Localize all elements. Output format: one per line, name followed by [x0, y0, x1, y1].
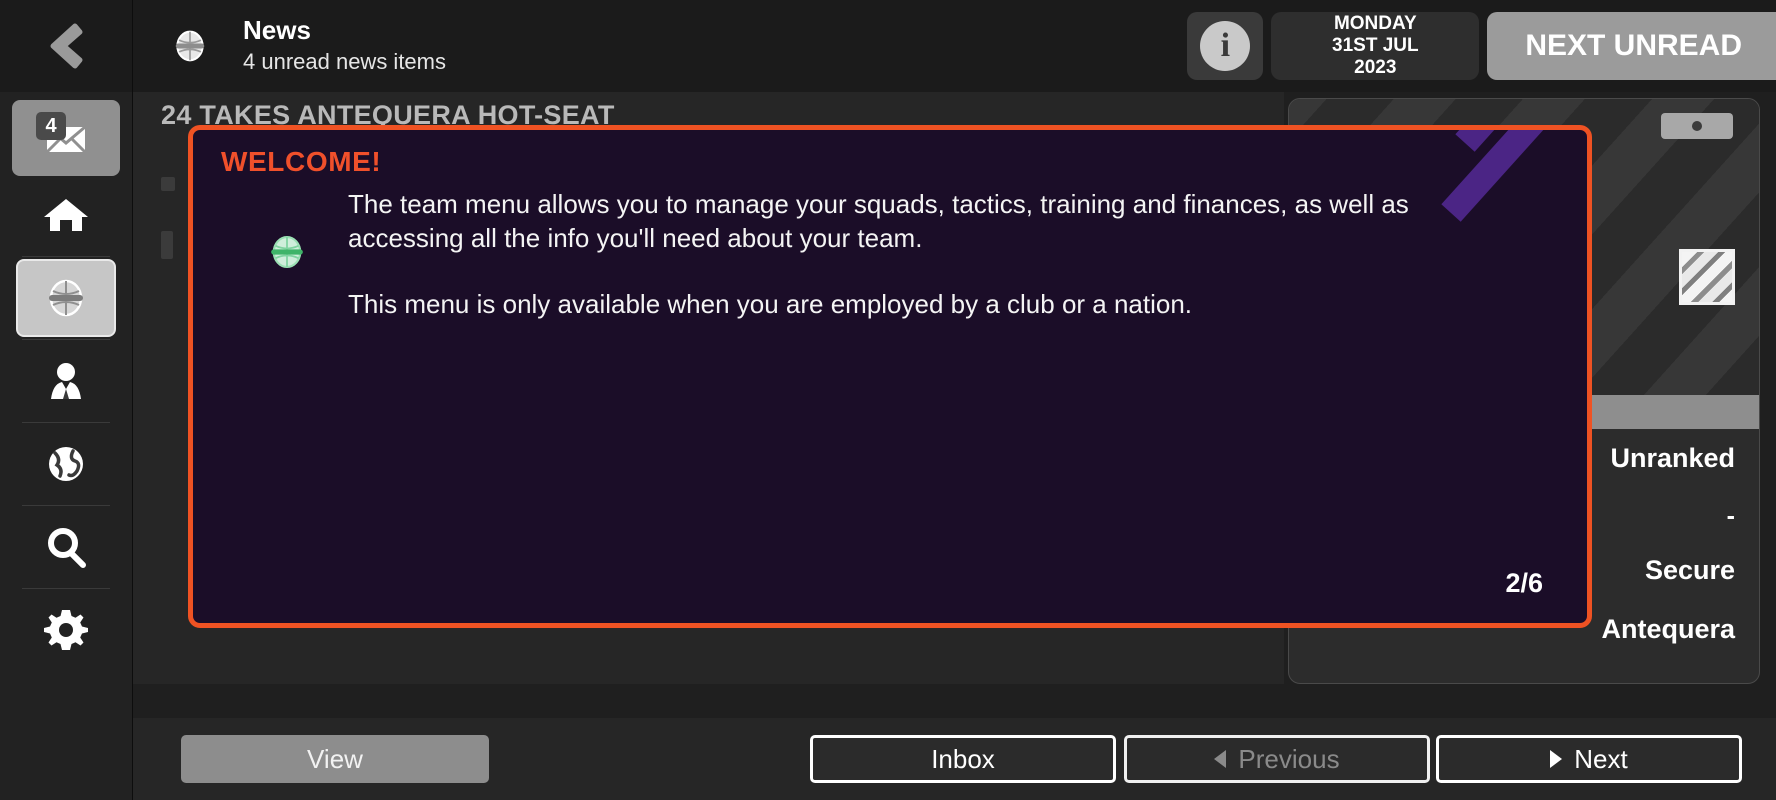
sidebar-item-home[interactable] — [16, 176, 116, 254]
triangle-left-icon — [1214, 750, 1227, 768]
sidebar-divider — [22, 256, 110, 257]
date-button[interactable]: MONDAY 31ST JUL 2023 — [1271, 12, 1480, 80]
triangle-right-icon — [1550, 750, 1563, 768]
sidebar-divider — [22, 339, 110, 340]
tutorial-title: WELCOME! — [221, 146, 382, 177]
sidebar-item-settings[interactable] — [16, 591, 116, 669]
tutorial-paragraph-1: The team menu allows you to manage your … — [348, 189, 1409, 253]
sidebar-item-inbox[interactable]: 4 — [12, 100, 120, 176]
view-button[interactable]: View — [181, 735, 489, 783]
person-tie-icon — [51, 363, 81, 399]
shirt-icon-green — [271, 235, 303, 269]
bottom-toolbar: View Inbox Previous Next — [133, 718, 1776, 800]
gear-icon — [44, 610, 88, 650]
page-title: News — [243, 14, 311, 45]
next-button-label: Next — [1574, 743, 1628, 774]
chevron-left-icon — [50, 23, 83, 69]
date-year: 2023 — [1354, 56, 1397, 78]
sidebar-item-team[interactable] — [16, 259, 116, 337]
shirt-icon — [49, 279, 83, 317]
club-crest-icon — [1679, 249, 1735, 305]
date-day: 31ST JUL — [1332, 35, 1419, 57]
page-subtitle: 4 unread news items — [243, 48, 446, 74]
header-actions: i MONDAY 31ST JUL 2023 NEXT UNREAD — [1187, 0, 1776, 92]
hero-badge-dot — [1692, 121, 1702, 131]
shirt-icon — [175, 30, 205, 62]
tutorial-page-counter: 2/6 — [1505, 568, 1543, 598]
tutorial-body: The team menu allows you to manage your … — [348, 188, 1527, 353]
tutorial-paragraph-2: This menu is only available when you are… — [348, 288, 1193, 319]
sidebar-item-staff[interactable] — [16, 342, 116, 420]
next-unread-button[interactable]: NEXT UNREAD — [1487, 12, 1776, 80]
tutorial-dialog[interactable]: WELCOME! The team menu allows you to man… — [188, 125, 1592, 628]
magnifier-icon — [48, 528, 86, 568]
game-window: 4 News 4 unread news items i MONDAY 31ST… — [0, 0, 1776, 800]
header-titles: News 4 unread news items — [243, 14, 446, 76]
sidebar-item-search[interactable] — [16, 508, 116, 586]
sidebar-divider — [22, 505, 110, 506]
info-button[interactable]: i — [1187, 12, 1264, 80]
inbox-unread-badge: 4 — [36, 112, 66, 140]
globe-icon — [49, 447, 83, 481]
sidebar-item-world[interactable] — [16, 425, 116, 503]
previous-button[interactable]: Previous — [1124, 735, 1430, 783]
next-button[interactable]: Next — [1436, 735, 1742, 783]
inbox-button[interactable]: Inbox — [810, 735, 1116, 783]
article-text-fragment — [161, 231, 173, 259]
hero-badge-pill — [1661, 113, 1733, 139]
home-icon — [44, 199, 88, 231]
info-icon: i — [1200, 21, 1251, 71]
previous-button-label: Previous — [1238, 743, 1340, 774]
sidebar-divider — [22, 422, 110, 423]
left-sidebar: 4 — [0, 0, 133, 800]
page-header: News 4 unread news items i MONDAY 31ST J… — [133, 0, 1776, 92]
back-button[interactable] — [0, 0, 132, 92]
sidebar-divider — [22, 588, 110, 589]
article-text-fragment — [161, 177, 175, 191]
sidebar-nav: 4 — [0, 92, 132, 669]
date-weekday: MONDAY — [1333, 13, 1417, 35]
